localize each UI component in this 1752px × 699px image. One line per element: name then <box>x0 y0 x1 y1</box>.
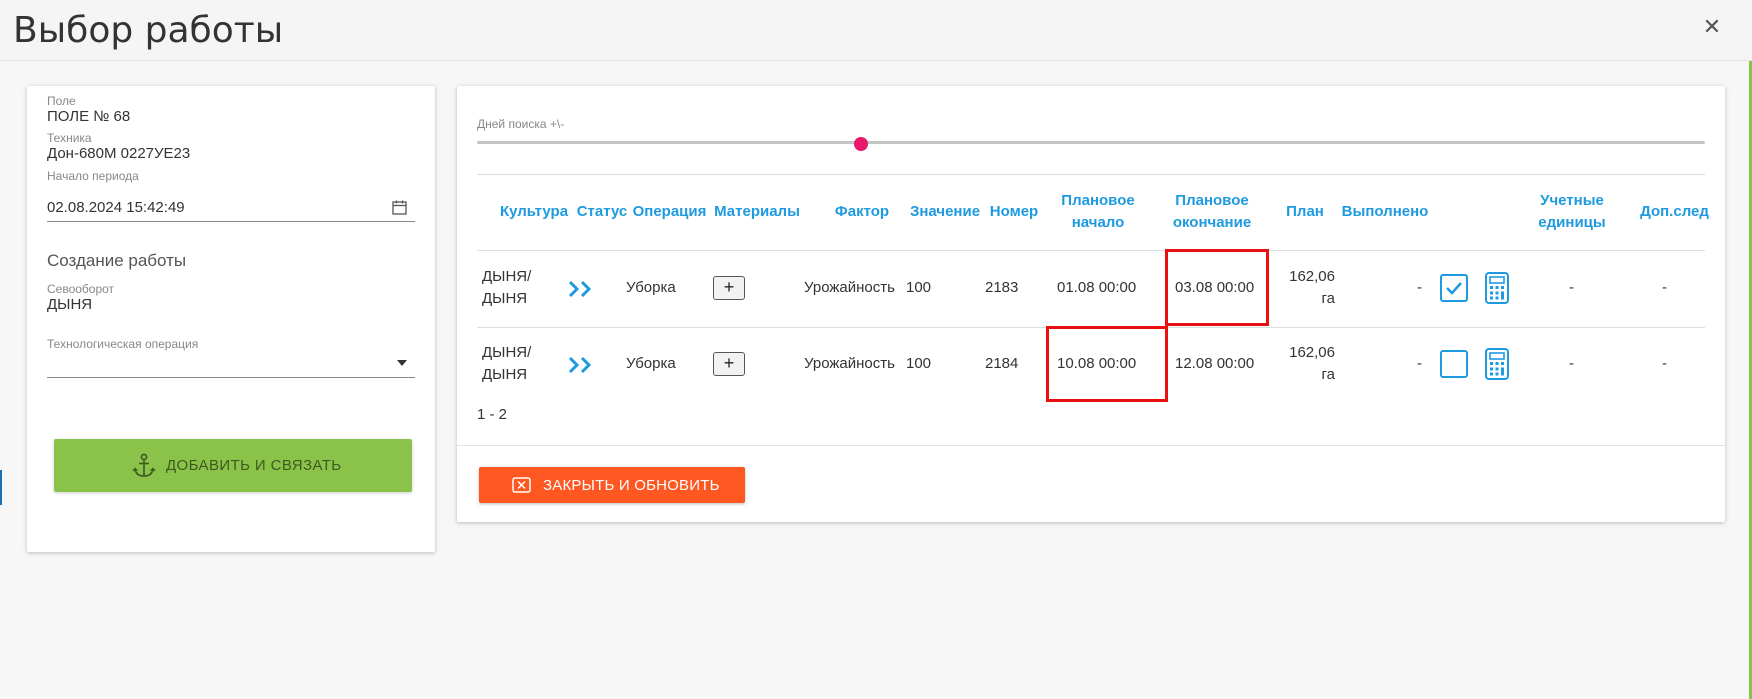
cell-factor: Урожайность <box>804 279 895 296</box>
col-factor[interactable]: Фактор <box>812 201 912 223</box>
anchor-icon <box>132 453 156 477</box>
close-and-refresh-button[interactable]: ЗАКРЫТЬ И ОБНОВИТЬ <box>479 467 745 503</box>
pagination-info: 1 - 2 <box>477 406 508 423</box>
cell-units: - <box>1569 279 1574 296</box>
row-divider <box>477 250 1705 251</box>
create-work-title: Создание работы <box>47 251 187 270</box>
background-edge-left <box>0 470 2 505</box>
cell-value: 100 <box>906 355 932 372</box>
work-info-card: Поле ПОЛЕ № 68 Техника Дон-680М 0227УЕ23… <box>27 86 435 552</box>
col-accounting-units[interactable]: Учетные единицы <box>1522 190 1622 234</box>
col-number[interactable]: Номер <box>979 201 1049 223</box>
cell-extra: - <box>1662 355 1667 372</box>
cell-number: 2184 <box>985 355 1019 372</box>
cell-plan: 162,06 га <box>1289 268 1335 307</box>
col-value[interactable]: Значение <box>900 201 990 223</box>
col-plan-start[interactable]: Плановое начало <box>1048 190 1148 234</box>
modal-header: Выбор работы ✕ <box>0 0 1752 61</box>
row-checkbox[interactable] <box>1440 274 1468 302</box>
cell-done: - <box>1417 279 1422 296</box>
cell-plan-end: 12.08 00:00 <box>1175 355 1255 372</box>
highlight-plan-end <box>1165 249 1269 326</box>
add-material-button[interactable]: + <box>713 352 745 376</box>
cell-units: - <box>1569 355 1574 372</box>
close-box-icon <box>512 477 531 493</box>
cell-plan: 162,06 га <box>1289 344 1335 383</box>
operation-select[interactable] <box>47 348 415 378</box>
dropdown-arrow-icon[interactable] <box>397 360 407 366</box>
period-start-value: 02.08.2024 15:42:49 <box>47 199 185 216</box>
search-days-slider[interactable] <box>477 141 1705 144</box>
search-days-label: Дней поиска +\- <box>477 117 565 131</box>
work-selection-modal: Выбор работы ✕ Поле ПОЛЕ № 68 Техника До… <box>0 0 1752 699</box>
add-material-button[interactable]: + <box>713 276 745 300</box>
rotation-value: ДЫНЯ <box>47 296 93 313</box>
cell-culture: ДЫНЯ/ ДЫНЯ <box>482 344 532 383</box>
calculator-icon[interactable] <box>1484 348 1510 380</box>
cell-operation: Уборка <box>626 279 676 296</box>
close-icon[interactable]: ✕ <box>1700 16 1724 40</box>
field-value: ПОЛЕ № 68 <box>47 108 131 125</box>
footer-divider <box>457 445 1725 446</box>
header-divider <box>477 174 1705 175</box>
double-chevron-right-icon <box>568 356 592 374</box>
cell-factor: Урожайность <box>804 355 895 372</box>
col-materials[interactable]: Материалы <box>707 201 807 223</box>
add-and-link-label: ДОБАВИТЬ И СВЯЗАТЬ <box>166 457 342 474</box>
search-days-slider-thumb[interactable] <box>854 137 868 151</box>
double-chevron-right-icon <box>568 280 592 298</box>
machine-label: Техника <box>47 131 92 145</box>
col-done[interactable]: Выполнено <box>1335 201 1435 223</box>
cell-done: - <box>1417 355 1422 372</box>
cell-extra: - <box>1662 279 1667 296</box>
close-and-refresh-label: ЗАКРЫТЬ И ОБНОВИТЬ <box>543 477 720 494</box>
calendar-icon[interactable] <box>392 200 407 215</box>
cell-operation: Уборка <box>626 355 676 372</box>
rotation-label: Севооборот <box>47 282 115 296</box>
period-start-input[interactable]: 02.08.2024 15:42:49 <box>47 191 415 222</box>
col-plan[interactable]: План <box>1275 201 1335 223</box>
checkmark-icon <box>1446 282 1462 295</box>
period-start-label: Начало периода <box>47 169 139 183</box>
machine-value: Дон-680М 0227УЕ23 <box>47 145 191 162</box>
add-and-link-button[interactable]: ДОБАВИТЬ И СВЯЗАТЬ <box>54 439 412 492</box>
row-checkbox[interactable] <box>1440 350 1468 378</box>
works-table-card: Дней поиска +\- Культура Статус Операция… <box>457 86 1725 522</box>
modal-title: Выбор работы <box>13 10 284 51</box>
cell-culture: ДЫНЯ/ ДЫНЯ <box>482 268 532 307</box>
calculator-icon[interactable] <box>1484 272 1510 304</box>
col-operation[interactable]: Операция <box>622 201 717 223</box>
col-extra[interactable]: Доп.след <box>1627 201 1722 223</box>
cell-value: 100 <box>906 279 932 296</box>
highlight-plan-start <box>1046 326 1168 402</box>
cell-number: 2183 <box>985 279 1019 296</box>
cell-plan-start: 01.08 00:00 <box>1057 279 1137 296</box>
field-label: Поле <box>47 94 76 108</box>
col-plan-end[interactable]: Плановое окончание <box>1157 190 1267 234</box>
